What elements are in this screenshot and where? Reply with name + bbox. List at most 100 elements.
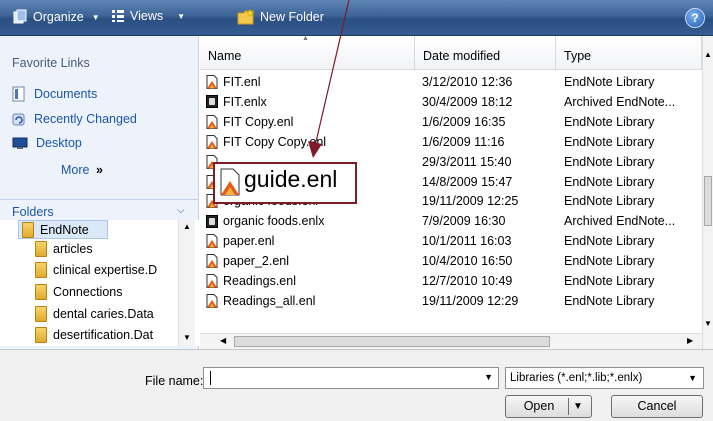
organize-button[interactable]: Organize ▼ <box>12 9 100 25</box>
folder-item-desertification[interactable]: desertification.Dat <box>35 327 153 343</box>
cancel-button[interactable]: Cancel <box>611 395 703 418</box>
file-name-text: Readings_all.enl <box>223 293 316 308</box>
file-name-cell: paper_2.enl <box>206 254 289 269</box>
column-header-date-modified[interactable]: Date modified <box>415 36 556 70</box>
organize-label: Organize <box>33 10 84 24</box>
endnote-file-icon <box>220 168 240 196</box>
file-name-cell: Readings.enl <box>206 274 296 288</box>
scroll-thumb[interactable] <box>234 336 550 347</box>
column-header-type[interactable]: Type <box>556 36 702 70</box>
favorite-link-label: Documents <box>34 87 98 101</box>
file-name-input[interactable]: ▼ <box>203 367 499 389</box>
folder-icon <box>35 327 47 343</box>
chevron-down-icon: ▼ <box>177 11 186 21</box>
file-row[interactable]: FIT.enl 3/12/2010 12:36 EndNote Library <box>200 73 702 91</box>
file-date-cell: 3/12/2010 12:36 <box>422 75 513 89</box>
file-date-cell: 30/4/2009 18:12 <box>422 94 513 109</box>
scroll-down-icon[interactable]: ▼ <box>183 333 191 342</box>
chevron-down-icon[interactable]: ▼ <box>484 372 493 382</box>
file-row[interactable]: organic foods.enlx 7/9/2009 16:30 Archived… <box>200 212 702 230</box>
more-links-button[interactable]: More » <box>61 163 103 177</box>
file-type-cell: EndNote Library <box>564 174 655 189</box>
recently-changed-icon <box>12 113 25 126</box>
file-row[interactable]: Readings_all.enl 19/11/2009 12:29 EndNote … <box>200 292 702 310</box>
annotation-arrow <box>308 0 350 158</box>
file-name-text: organic foods.enlx <box>223 214 325 229</box>
file-date-cell: 7/9/2009 16:30 <box>422 214 506 229</box>
scroll-right-icon[interactable]: ▶ <box>687 336 693 345</box>
folder-item-articles[interactable]: articles <box>35 241 93 257</box>
open-split-button[interactable]: Open ▼ <box>505 395 592 418</box>
file-type-cell: Archived EndNote... <box>564 214 676 229</box>
file-row[interactable]: FIT.enlx 30/4/2009 18:12 Archived EndNote.… <box>200 93 702 111</box>
folder-item-clinical-expertise[interactable]: clinical expertise.D <box>35 262 157 278</box>
views-button[interactable]: Views ▼ <box>111 9 185 23</box>
organize-icon <box>13 9 27 24</box>
file-date-cell: 1/6/2009 16:35 <box>422 114 506 129</box>
file-name-text: FIT.enlx <box>223 94 267 109</box>
more-label: More <box>61 163 90 177</box>
file-type-cell: Archived EndNote... <box>564 94 676 109</box>
chevron-down-icon: ▼ <box>91 12 100 22</box>
file-name-cell: organic foods.enlx <box>206 214 324 228</box>
documents-icon <box>12 86 25 102</box>
file-type-cell: EndNote Library <box>564 154 655 169</box>
folder-label: EndNote <box>40 222 89 237</box>
folder-open-icon <box>22 221 34 238</box>
folders-title: Folders <box>12 205 54 219</box>
favorite-link-documents[interactable]: Documents <box>12 86 97 102</box>
folder-icon <box>35 241 47 257</box>
navigation-pane: Favorite Links Documents Recently Change… <box>0 36 199 349</box>
file-date-cell: 10/4/2010 16:50 <box>422 254 513 269</box>
file-row[interactable]: FIT Copy.enl 1/6/2009 16:35 EndNote Librar… <box>200 113 702 131</box>
folder-label: articles <box>53 242 93 256</box>
chevron-down-icon[interactable]: ⌵ <box>177 205 185 216</box>
scroll-up-icon[interactable]: ▲ <box>183 222 191 231</box>
folder-tree: EndNote articles clinical expertise.D Co… <box>0 220 199 346</box>
chevron-down-icon[interactable]: ▼ <box>573 396 583 417</box>
file-list-horizontal-scrollbar[interactable]: ◀ ▶ <box>200 333 702 349</box>
file-type-cell: EndNote Library <box>564 234 655 249</box>
file-list-scrollbar[interactable]: ▲ ▼ <box>702 36 713 349</box>
scroll-down-icon[interactable]: ▼ <box>704 319 712 328</box>
file-row[interactable]: Readings.enl 12/7/2010 10:49 EndNote Libra… <box>200 272 702 290</box>
file-row[interactable]: paper.enl 10/1/2011 16:03 EndNote Library <box>200 232 702 250</box>
open-button-label[interactable]: Open <box>513 396 565 417</box>
text-cursor <box>210 371 211 385</box>
file-type-cell: EndNote Library <box>564 194 655 209</box>
folder-icon <box>35 262 47 278</box>
column-header-label: Type <box>564 49 592 63</box>
folder-label: desertification.Dat <box>53 328 154 342</box>
scroll-thumb[interactable] <box>704 176 712 226</box>
favorite-link-recently-changed[interactable]: Recently Changed <box>12 111 137 127</box>
desktop-icon <box>12 137 28 149</box>
file-name-label: File name: <box>145 374 204 388</box>
file-date-cell: 1/6/2009 11:16 <box>422 134 505 149</box>
scroll-up-icon[interactable]: ▲ <box>704 50 712 59</box>
scroll-left-icon[interactable]: ◀ <box>220 336 226 345</box>
archived-endnote-file-icon <box>206 95 218 109</box>
help-icon: ? <box>691 11 699 25</box>
callout-file-name: guide.enl <box>244 166 338 192</box>
folder-item-dental-caries[interactable]: dental caries.Data <box>35 306 154 322</box>
folder-label: Connections <box>53 285 123 299</box>
help-button[interactable]: ? <box>685 8 705 28</box>
file-type-select[interactable]: Libraries (*.enl;*.lib;*.enlx) ▼ <box>505 367 704 389</box>
split-divider <box>568 398 569 415</box>
folder-tree-scrollbar[interactable]: ▲ ▼ <box>178 220 195 346</box>
file-type-value: Libraries (*.enl;*.lib;*.enlx) <box>510 372 643 384</box>
folder-item-connections[interactable]: Connections <box>35 284 123 300</box>
column-header-label: Date modified <box>423 49 501 63</box>
file-type-cell: EndNote Library <box>564 114 655 129</box>
endnote-file-icon <box>206 114 218 129</box>
file-row[interactable]: FIT Copy Copy.enl 1/6/2009 11:16 EndNote L… <box>200 133 702 151</box>
folder-item-endnote[interactable]: EndNote <box>18 220 108 239</box>
cancel-button-label: Cancel <box>637 399 677 413</box>
file-date-cell: 10/1/2011 16:03 <box>422 234 512 249</box>
file-row[interactable]: paper_2.enl 10/4/2010 16:50 EndNote Librar… <box>200 252 702 270</box>
favorite-links-title: Favorite Links <box>12 56 90 70</box>
file-type-cell: EndNote Library <box>564 254 655 269</box>
file-date-cell: 14/8/2009 15:47 <box>422 174 513 189</box>
column-header-label: Name <box>208 49 242 63</box>
favorite-link-desktop[interactable]: Desktop <box>12 136 82 150</box>
